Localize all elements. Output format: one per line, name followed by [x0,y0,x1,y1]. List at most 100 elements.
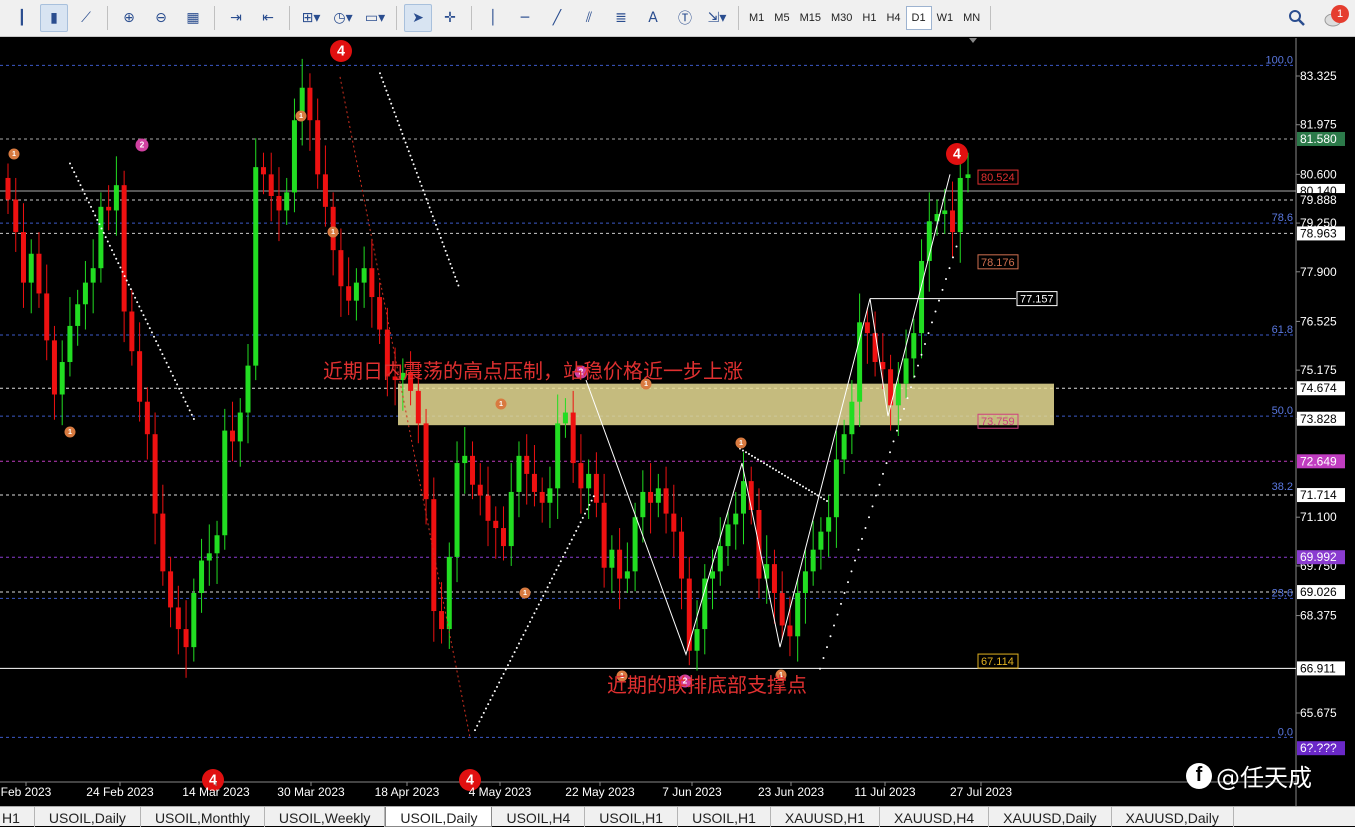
candle-body[interactable] [175,607,181,630]
candle-body[interactable] [740,481,746,514]
candle-body[interactable] [67,325,73,363]
candle-body[interactable] [28,253,34,283]
candle-body[interactable] [516,455,522,492]
candle-body[interactable] [895,383,901,406]
chart-tab[interactable]: XAUUSD,Daily [1112,807,1234,827]
candle-body[interactable] [810,549,816,572]
candle-body[interactable] [593,473,599,503]
candle-body[interactable] [431,499,437,612]
chart-shift-marker[interactable] [969,38,977,43]
candle-body[interactable] [307,87,313,121]
candle-body[interactable] [446,556,452,630]
candle-body[interactable] [291,120,297,193]
candle-body[interactable] [51,340,57,395]
fibonacci-icon[interactable]: ≣ [607,4,635,32]
candle-body[interactable] [911,333,917,359]
candle-body[interactable] [671,513,677,532]
candle-body[interactable] [524,455,530,474]
candle-body[interactable] [191,592,197,648]
candle-body[interactable] [183,629,189,648]
chart-tab[interactable]: USOIL,H4 [492,807,586,827]
candle-body[interactable] [485,495,491,521]
candle-body[interactable] [315,120,321,175]
candle-body[interactable] [601,502,607,568]
candle-body[interactable] [919,260,925,334]
candle-body[interactable] [253,167,259,366]
candle-body[interactable] [779,592,785,626]
candle-body[interactable] [5,177,11,200]
text-label-icon[interactable]: Ⓣ [671,4,699,32]
candle-body[interactable] [75,304,81,326]
chart-tab[interactable]: USOIL,Daily [385,807,493,827]
candle-body[interactable] [957,177,963,233]
candle-body[interactable] [152,434,158,514]
new-indicator-icon[interactable]: ⊞▾ [297,4,325,32]
vertical-line-icon[interactable]: │ [479,4,507,32]
candle-body[interactable] [377,297,383,330]
candle-body[interactable] [508,491,514,547]
candle-body[interactable] [260,167,266,175]
chart-tab[interactable]: USOIL,Daily [35,807,141,827]
candle-body[interactable] [617,549,623,579]
price-chart[interactable]: 4 4 4 4 1 1 1 1 1 1 1 1 1 1 2 2 2 近期日内震荡的高点压制，站稳价格近一步上涨 近期… [0,38,1355,806]
templates-icon[interactable]: ▭▾ [361,4,389,32]
bar-chart-icon[interactable]: ┃ [8,4,36,32]
candle-body[interactable] [826,517,832,532]
candle-body[interactable] [531,473,537,492]
arrows-icon[interactable]: ⇲▾ [703,4,731,32]
candle-body[interactable] [849,401,855,435]
candle-body[interactable] [415,390,421,424]
candle-body[interactable] [640,491,646,518]
candle-body[interactable] [864,322,870,334]
chart-tab[interactable]: XAUUSD,H1 [771,807,881,827]
candle-body[interactable] [586,473,592,489]
candle-body[interactable] [818,531,824,550]
candle-body[interactable] [439,611,445,630]
candle-body[interactable] [98,206,104,269]
candle-body[interactable] [144,401,150,435]
candle-body[interactable] [857,322,863,402]
candle-body[interactable] [90,268,96,283]
candle-body[interactable] [276,196,282,211]
candle-body[interactable] [20,232,26,283]
candle-body[interactable] [950,210,956,233]
candle-body[interactable] [771,564,777,593]
chart-tab[interactable]: XAUUSD,Daily [989,807,1112,827]
candle-body[interactable] [230,430,236,442]
trendline-icon[interactable]: ╱ [543,4,571,32]
tile-windows-icon[interactable]: ▦ [179,4,207,32]
timeframe-h4[interactable]: H4 [881,6,905,30]
candle-body[interactable] [423,423,429,500]
cursor-icon[interactable]: ➤ [404,4,432,32]
horizontal-line-icon[interactable]: ─ [511,4,539,32]
candle-body[interactable] [44,293,50,341]
candle-body[interactable] [206,553,212,561]
timeframe-m5[interactable]: M5 [769,6,794,30]
chart-tab[interactable]: USOIL,H1 [678,807,771,827]
candle-body[interactable] [13,199,19,233]
candlestick-icon[interactable]: ▮ [40,4,68,32]
chart-tab[interactable]: XAUUSD,H4 [880,807,990,827]
notification-icon[interactable]: 1 [1323,5,1349,29]
candle-body[interactable] [679,531,685,579]
candle-body[interactable] [655,488,661,503]
timeframe-mn[interactable]: MN [958,6,985,30]
text-icon[interactable]: A [639,4,667,32]
timeframe-m15[interactable]: M15 [795,6,826,30]
candle-body[interactable] [268,174,274,197]
chart-tab[interactable]: USOIL,H1 [585,807,679,827]
candle-body[interactable] [686,578,692,651]
candle-body[interactable] [802,571,808,593]
crosshair-icon[interactable]: ✛ [436,4,464,32]
candle-body[interactable] [965,174,971,178]
search-icon[interactable] [1283,4,1311,32]
candle-body[interactable] [725,524,731,547]
candle-body[interactable] [361,268,367,283]
candle-body[interactable] [160,513,166,572]
candle-body[interactable] [106,206,112,211]
chart-tab[interactable]: USOIL,Monthly [141,807,265,827]
candle-body[interactable] [570,412,576,464]
candle-body[interactable] [632,517,638,572]
chart-shift-icon[interactable]: ⇤ [254,4,282,32]
candle-body[interactable] [477,484,483,496]
